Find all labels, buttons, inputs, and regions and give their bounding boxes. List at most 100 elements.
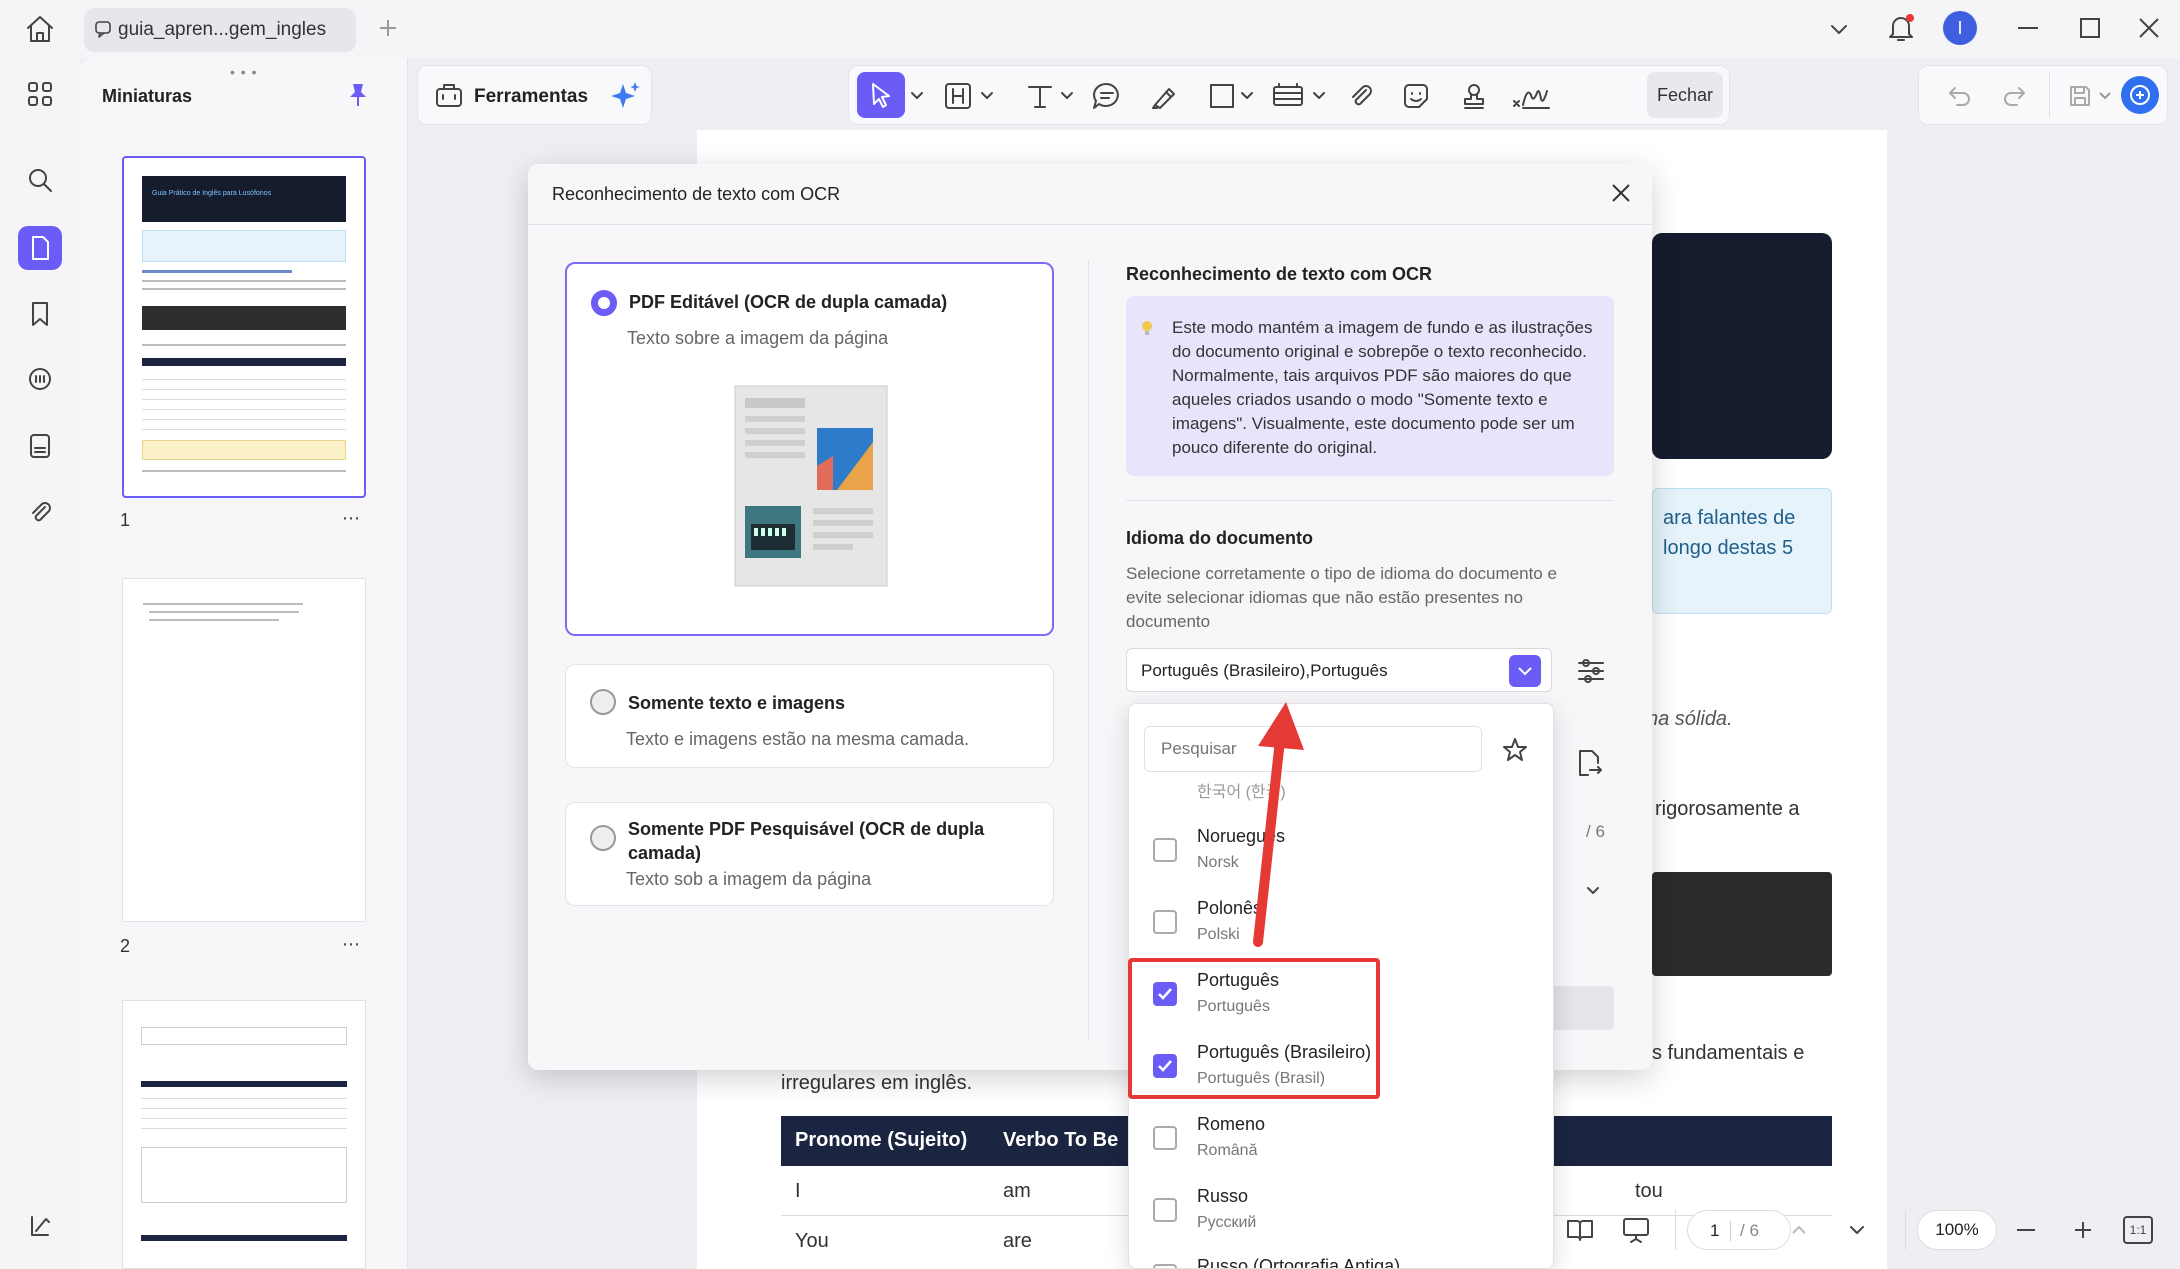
zoom-level[interactable]: 100% <box>1917 1210 1997 1250</box>
thumb-table-header <box>141 1235 347 1241</box>
attachment-icon[interactable] <box>18 490 62 534</box>
current-page[interactable]: 1 <box>1710 1221 1719 1241</box>
thumbnail-page-3[interactable] <box>122 1000 366 1269</box>
thumb-header-block: Guia Prático de Inglês para Lusófonos <box>142 176 346 222</box>
divider <box>528 224 1652 225</box>
option-editable-pdf[interactable]: PDF Editável (OCR de dupla camada) Texto… <box>565 262 1054 636</box>
more-options-icon[interactable]: ⋯ <box>342 508 360 529</box>
close-window-icon[interactable] <box>2138 17 2160 39</box>
reading-mode-icon[interactable] <box>1565 1216 1595 1244</box>
thumbnails-icon[interactable] <box>18 226 62 270</box>
document-tab[interactable]: guia_apren...gem_ingles <box>84 8 356 52</box>
text-tool-icon[interactable] <box>1025 81 1055 111</box>
avatar[interactable]: I <box>1943 11 1977 45</box>
more-options-icon[interactable]: ⋯ <box>342 934 360 955</box>
chevron-down-icon[interactable] <box>1239 88 1255 104</box>
chevron-down-icon[interactable] <box>2097 88 2113 104</box>
option-searchable-pdf[interactable]: Somente PDF Pesquisável (OCR de dupla ca… <box>565 802 1054 906</box>
chevron-down-icon[interactable] <box>1509 655 1541 687</box>
home-icon[interactable] <box>22 12 58 46</box>
thumbnail-page-2[interactable] <box>122 578 366 922</box>
chat-icon <box>94 8 112 52</box>
radio-unselected[interactable] <box>590 689 616 715</box>
apps-grid-icon[interactable] <box>18 72 62 116</box>
language-select-value: Português (Brasileiro),Português <box>1141 661 1388 680</box>
sticker-tool-icon[interactable] <box>1401 81 1431 111</box>
save-icon[interactable] <box>2067 83 2093 109</box>
shape-tool-icon[interactable] <box>1207 81 1237 111</box>
tools-label: Ferramentas <box>474 86 589 107</box>
chevron-down-icon[interactable] <box>1311 88 1327 104</box>
thumb-line <box>142 280 346 282</box>
page-navigator[interactable]: 1 / 6 <box>1687 1210 1791 1250</box>
signature-tool-icon[interactable] <box>1511 81 1551 111</box>
thumbnail-page-1[interactable]: Guia Prático de Inglês para Lusófonos <box>122 156 366 498</box>
sidebar-toggle-icon[interactable] <box>18 1204 62 1248</box>
bookmark-icon[interactable] <box>18 292 62 336</box>
notification-bell-icon[interactable] <box>1886 12 1916 44</box>
checkbox[interactable] <box>1153 1264 1177 1268</box>
stamp-strip-tool-icon[interactable] <box>1271 81 1305 111</box>
pin-icon[interactable] <box>346 82 370 108</box>
chevron-down-icon[interactable] <box>1584 882 1602 900</box>
language-item[interactable]: Norueguês Norsk <box>1129 814 1553 886</box>
option-title: Somente PDF Pesquisável (OCR de dupla ca… <box>628 819 985 863</box>
ai-sparkle-icon[interactable] <box>610 80 642 112</box>
chevron-down-icon[interactable] <box>979 88 995 104</box>
stamp-tool-icon[interactable] <box>1459 81 1489 111</box>
thumb-note <box>142 440 346 460</box>
ai-assistant-icon[interactable] <box>2121 76 2159 114</box>
language-item[interactable]: Polonês Polski <box>1129 886 1553 958</box>
zoom-out-icon[interactable] <box>2017 1229 2035 1231</box>
drag-handle[interactable]: • • • <box>230 64 257 80</box>
highlight-box <box>1128 958 1380 1099</box>
radio-unselected[interactable] <box>590 825 616 851</box>
new-tab-icon[interactable] <box>378 18 398 38</box>
actual-size-icon[interactable]: 1:1 <box>2123 1216 2153 1244</box>
thumb-line <box>142 270 292 273</box>
chevron-down-icon[interactable] <box>1059 88 1075 104</box>
page-range-icon[interactable] <box>1574 748 1604 778</box>
language-name: Russo (Ortografia Antiga) <box>1197 1256 1401 1269</box>
comment-icon[interactable] <box>18 358 62 402</box>
comment-tool-icon[interactable] <box>1091 81 1123 111</box>
minimize-icon[interactable] <box>2018 27 2038 29</box>
maximize-icon[interactable] <box>2080 18 2100 38</box>
star-icon[interactable] <box>1501 736 1529 764</box>
table-cell: are <box>1003 1230 1032 1252</box>
next-page-icon[interactable] <box>1847 1220 1867 1240</box>
close-toolbar-button[interactable]: Fechar <box>1647 72 1723 118</box>
heading-tool-icon[interactable] <box>943 81 973 111</box>
search-icon[interactable] <box>18 158 62 202</box>
thumb-heading: Guia Prático de Inglês para Lusófonos <box>152 190 272 197</box>
chevron-down-icon[interactable] <box>909 88 925 104</box>
checkbox[interactable] <box>1153 910 1177 934</box>
zoom-in-icon[interactable] <box>2073 1220 2093 1240</box>
checkbox[interactable] <box>1153 1126 1177 1150</box>
undo-icon[interactable] <box>1947 83 1973 109</box>
language-item[interactable]: Romeno Română <box>1129 1102 1553 1174</box>
close-icon[interactable] <box>1610 182 1632 204</box>
select-tool-button[interactable] <box>857 72 905 118</box>
attachment-tool-icon[interactable] <box>1345 81 1375 111</box>
tools-button[interactable]: Ferramentas <box>417 65 652 125</box>
language-item[interactable]: Russo Русский <box>1129 1174 1553 1246</box>
form-icon[interactable] <box>18 424 62 468</box>
radio-selected[interactable] <box>591 290 617 316</box>
checkbox[interactable] <box>1153 1198 1177 1222</box>
language-select[interactable]: Português (Brasileiro),Português <box>1126 648 1552 692</box>
previous-page-icon[interactable] <box>1789 1220 1809 1240</box>
redo-icon[interactable] <box>2001 83 2027 109</box>
panel-title: Miniaturas <box>102 86 193 106</box>
language-native-name: Polski <box>1197 926 1240 943</box>
language-item[interactable]: Russo (Ortografia Antiga) <box>1129 1246 1553 1269</box>
settings-sliders-icon[interactable] <box>1576 656 1606 686</box>
highlighter-tool-icon[interactable] <box>1149 81 1179 111</box>
divider <box>2049 72 2050 118</box>
divider <box>1730 1221 1731 1241</box>
checkbox[interactable] <box>1153 838 1177 862</box>
thumb-box <box>141 1147 347 1203</box>
presentation-icon[interactable] <box>1621 1216 1651 1244</box>
chevron-down-icon[interactable] <box>1828 18 1850 40</box>
option-text-and-images[interactable]: Somente texto e imagens Texto e imagens … <box>565 664 1054 768</box>
